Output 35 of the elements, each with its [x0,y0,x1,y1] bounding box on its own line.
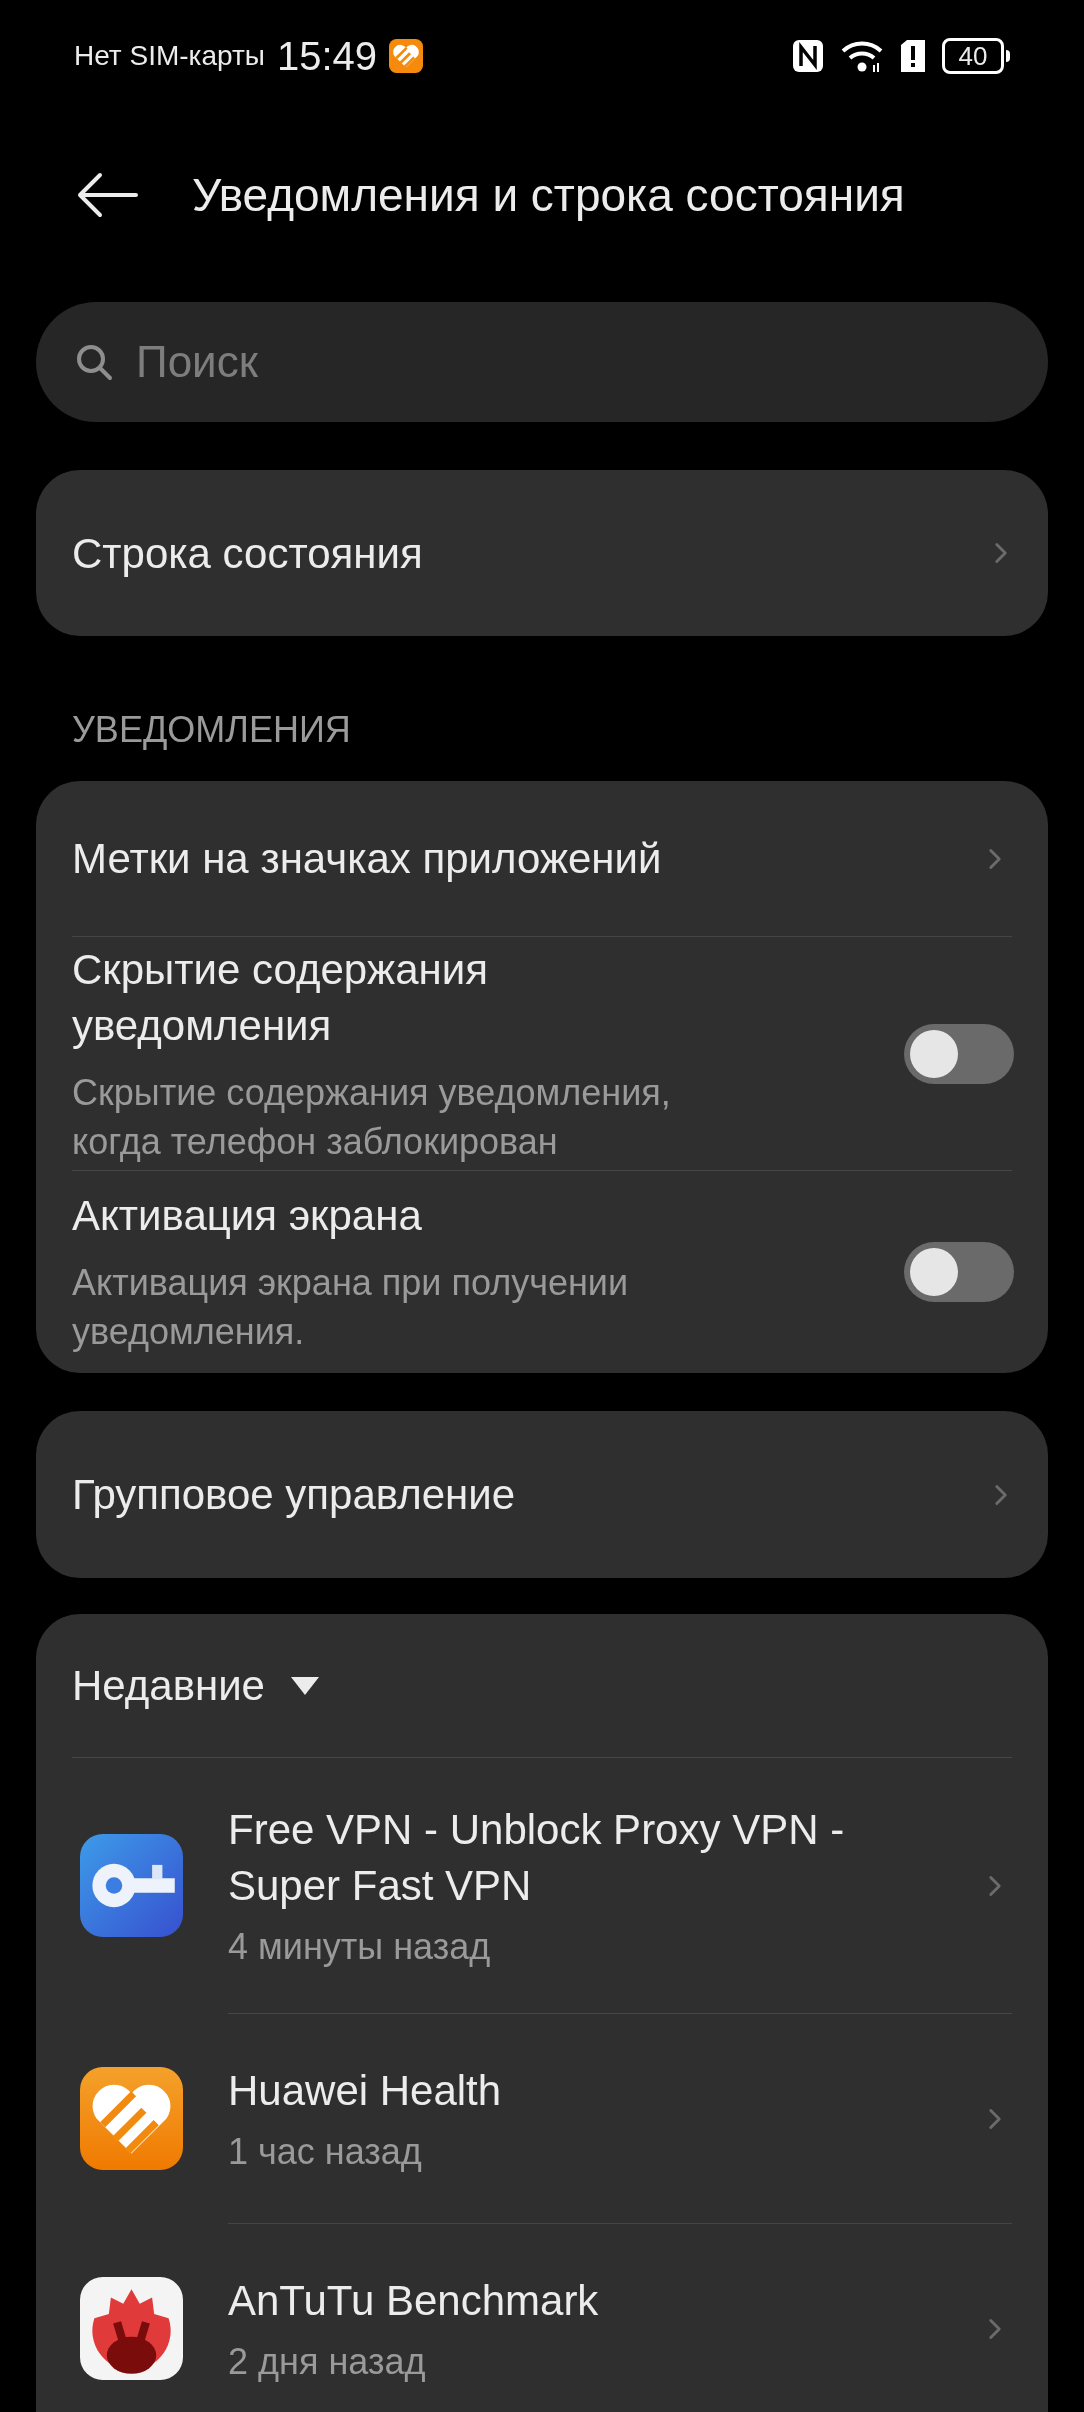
setting-title: Активация экрана [72,1191,423,1241]
notification-time: 4 минуты назад [228,1924,492,1969]
app-name: Huawei Health [228,2065,503,2116]
toggle-switch[interactable] [904,1242,1014,1302]
search-input[interactable]: Поиск [136,329,1010,395]
key-app-icon [80,1834,183,1937]
clock-time: 15:49 [276,33,378,80]
settings-item[interactable]: Групповое управление [36,1411,1048,1578]
app-list-item[interactable]: AnTuTu Benchmark 2 дня назад [36,2223,1048,2412]
setting-description: Скрытие содержания уведомления, когда телефон заблокирован [72,1070,672,1164]
settings-item[interactable]: Метки на значках приложений [72,781,1012,936]
settings-item[interactable]: Строка состояния [36,470,1048,636]
app-name: AnTuTu Benchmark [228,2275,600,2326]
notification-time: 2 дня назад [228,2339,427,2384]
heart-app-icon [389,39,424,73]
section-heading: УВЕДОМЛЕНИЯ [72,707,351,752]
app-name: Free VPN - Unblock Proxy VPN - Super Fast VPN [228,1804,846,1911]
battery-indicator: 40 [942,38,1004,74]
caret-icon [290,1676,319,1695]
app-list-item[interactable]: Free VPN - Unblock Proxy VPN - Super Fast VPN 4 минуты назад [36,1758,1048,2013]
carrier-label: Нет SIM-карты [74,39,265,73]
heart-app-icon [80,2066,183,2170]
sort-dropdown[interactable]: Недавние [72,1654,319,1717]
search-icon [74,342,114,382]
nfc-icon [792,39,824,73]
notification-time: 1 час назад [228,2129,423,2174]
setting-title: Скрытие содержания уведомления [72,944,489,1051]
sim-alert-icon [900,39,926,73]
search-bar[interactable]: Поиск [36,302,1048,422]
wifi-icon [840,39,884,73]
page-title: Уведомления и строка состояния [192,167,905,223]
app-list-item[interactable]: Huawei Health 1 час назад [36,2013,1048,2223]
flame-app-icon [80,2276,183,2380]
back-arrow-icon[interactable] [76,172,138,218]
setting-description: Активация экрана при получении уведомления. [72,1261,630,1354]
